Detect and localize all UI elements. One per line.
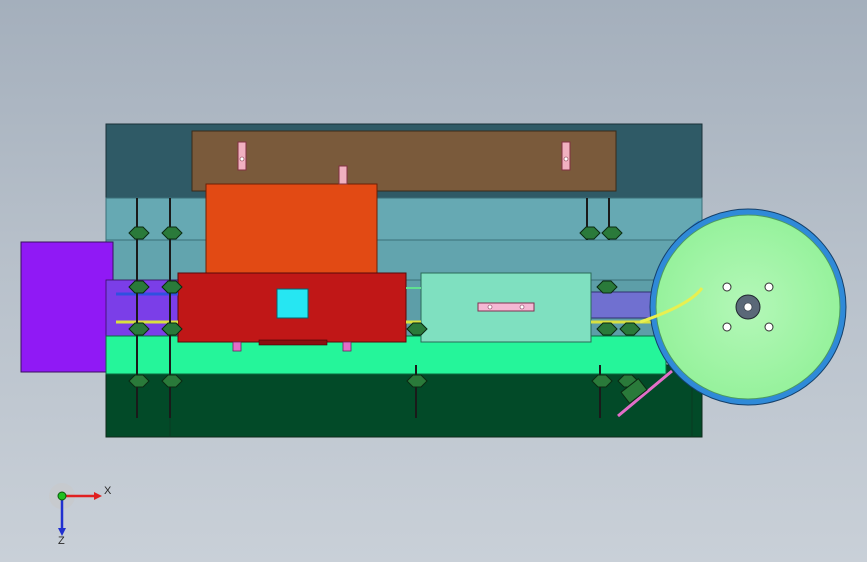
reel-bolt: [764, 282, 774, 292]
orange-pin: [338, 165, 348, 185]
brown-plate[interactable]: [191, 130, 617, 192]
feed-block[interactable]: [20, 241, 114, 373]
orientation-triad[interactable]: X Z: [48, 482, 118, 544]
slot-right-hole: [563, 156, 569, 162]
red-block-foot-right: [342, 341, 352, 352]
mint-slot: [477, 302, 535, 312]
reel-hub-center: [743, 302, 753, 312]
slot-left-hole: [239, 156, 245, 162]
x-axis-arrow: [94, 492, 102, 500]
slot-left: [237, 141, 247, 171]
cad-viewport[interactable]: [0, 0, 867, 562]
reel-bolt: [722, 282, 732, 292]
orange-block[interactable]: [205, 183, 378, 277]
mint-slot-hole-left: [487, 304, 493, 310]
cyan-window[interactable]: [276, 288, 309, 319]
slot-right: [561, 141, 571, 171]
z-axis-label: Z: [58, 535, 65, 544]
red-block-foot-left: [232, 341, 242, 352]
reel-bolt: [764, 322, 774, 332]
base-plate[interactable]: [105, 364, 703, 438]
red-block-base: [258, 339, 328, 346]
mint-slot-hole-right: [519, 304, 525, 310]
violet-channel: [589, 291, 661, 319]
reel-bolt: [722, 322, 732, 332]
x-axis-label: X: [104, 485, 112, 497]
y-axis-icon: [57, 491, 67, 501]
